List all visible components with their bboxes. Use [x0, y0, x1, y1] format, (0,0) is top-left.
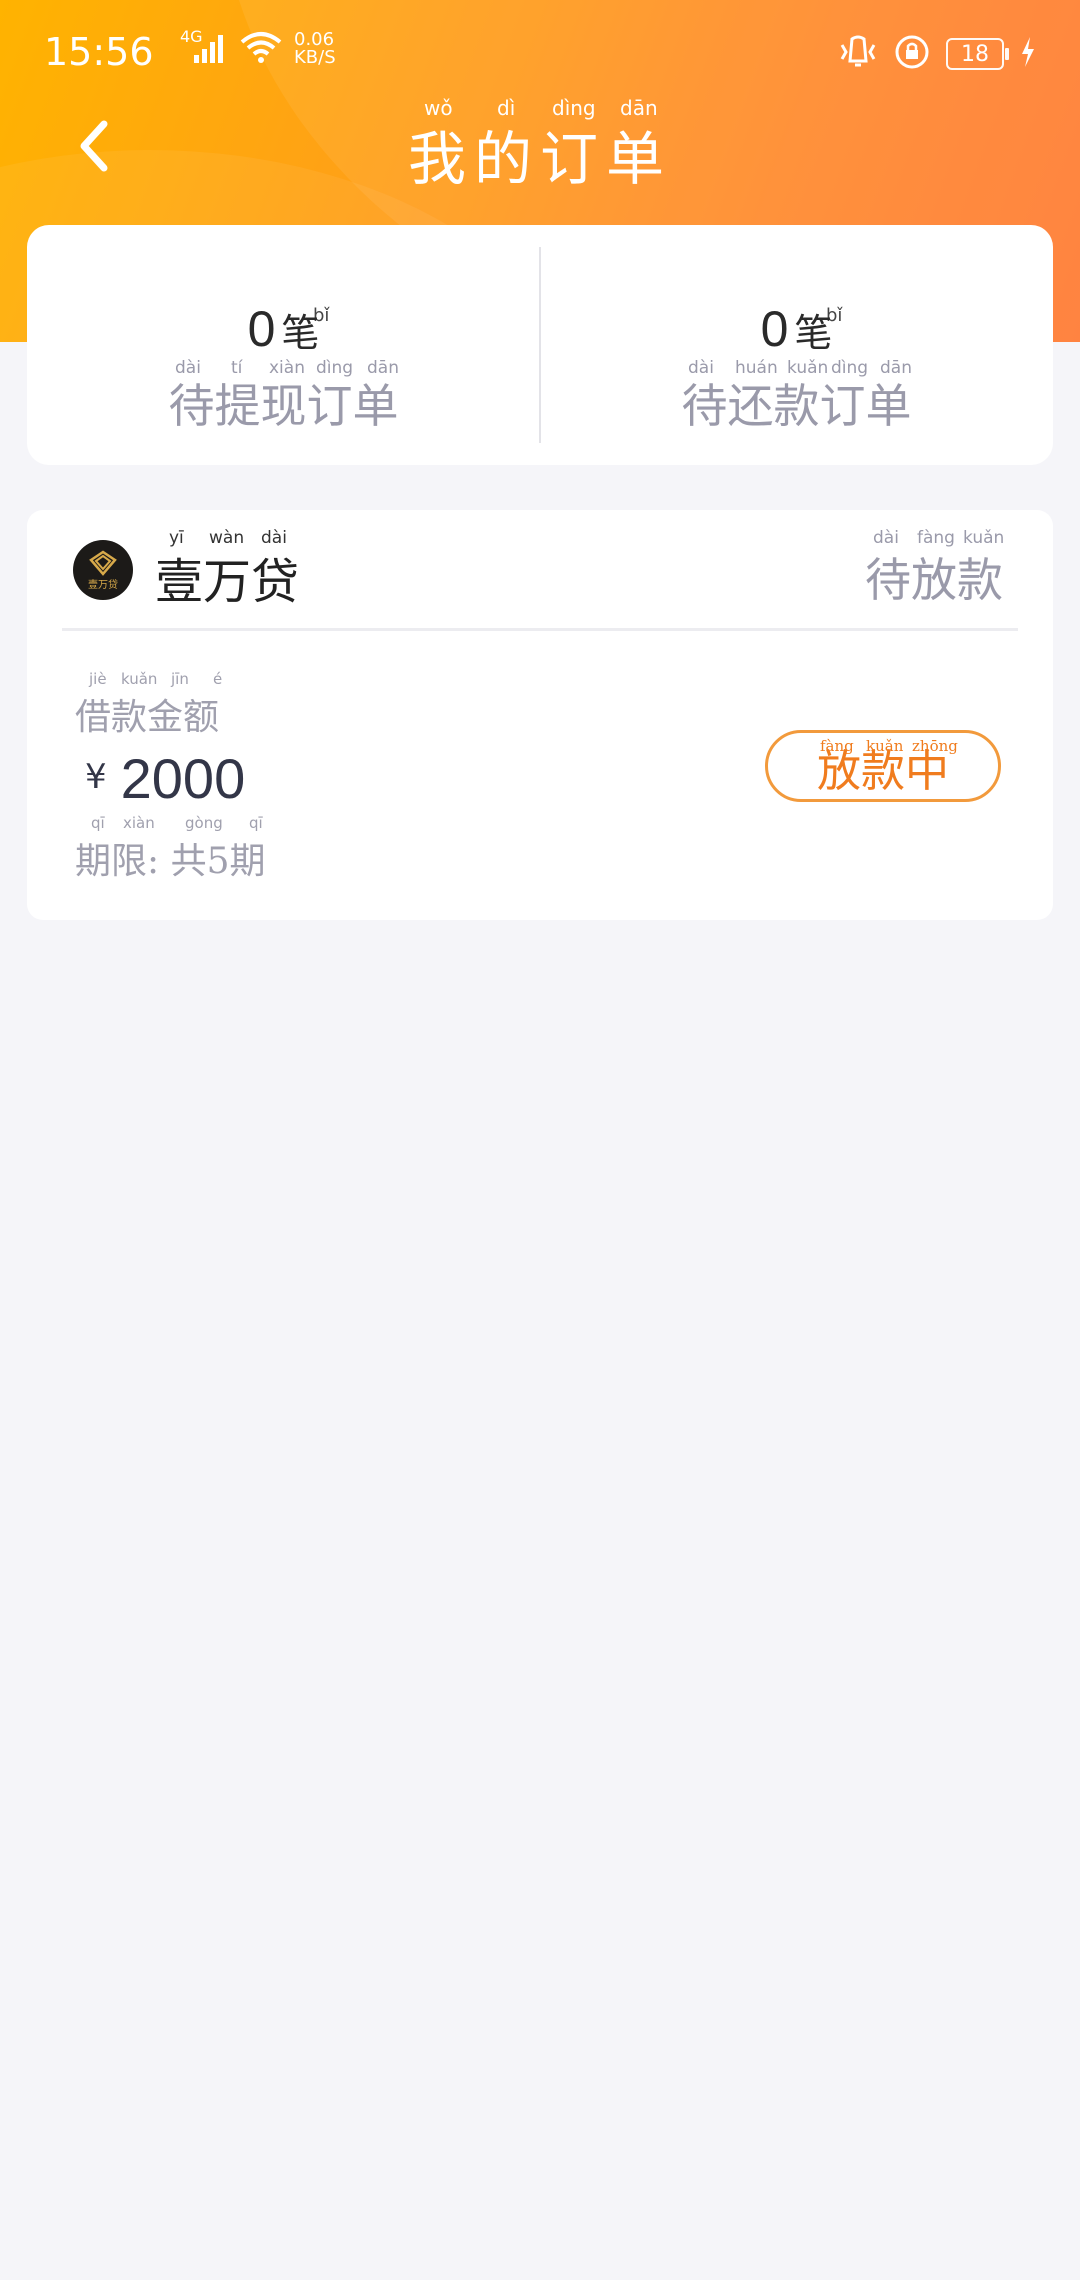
- system-indicators: 18: [838, 34, 1036, 74]
- vibrate-icon: [838, 35, 878, 73]
- pinyin: xiàn: [123, 814, 155, 832]
- pending-repayment-label: 待还款订单: [681, 379, 912, 433]
- pending-repayment-count: 0: [760, 301, 789, 357]
- charging-icon: [1020, 37, 1036, 71]
- count-line: 0笔: [540, 300, 1053, 358]
- loan-term: 期限: 共5期: [75, 841, 266, 882]
- count-line: 0笔: [27, 300, 540, 358]
- currency-symbol: ¥: [85, 757, 107, 797]
- order-summary-card: bǐ 0笔 dài tí xiàn dìng dān 待提现订单 bǐ 0笔 d…: [27, 225, 1053, 465]
- disbursing-status-label: 放款中: [817, 746, 949, 797]
- pinyin: kuǎn: [121, 670, 158, 688]
- navigation-bar: wǒ dì dìng dān 我的订单: [0, 90, 1080, 200]
- pinyin: jīn: [171, 670, 189, 688]
- pinyin: jiè: [89, 670, 107, 688]
- network-indicators: 4G 0.06 KB/S: [180, 27, 336, 68]
- pending-withdrawal-count: 0: [247, 301, 276, 357]
- pinyin: é: [213, 670, 223, 688]
- logo-text: 壹万贷: [88, 578, 118, 591]
- status-time: 15:56: [44, 30, 154, 74]
- order-card[interactable]: 壹万贷 yī wàn dài 壹万贷 dài fàng kuǎn 待放款 jiè…: [27, 510, 1053, 920]
- disbursing-status-button[interactable]: fàng kuǎn zhōng 放款中: [765, 730, 1001, 802]
- loan-amount-label: 借款金额: [75, 697, 220, 738]
- pending-withdrawal-summary[interactable]: bǐ 0笔 dài tí xiàn dìng dān 待提现订单: [27, 225, 540, 465]
- speed-unit: KB/S: [294, 47, 336, 68]
- count-unit: 笔: [281, 311, 320, 355]
- page-title: 我的订单: [407, 125, 672, 193]
- amount-value: 2000: [120, 747, 246, 810]
- pending-repayment-summary[interactable]: bǐ 0笔 dài huán kuǎn dìng dān 待还款订单: [540, 225, 1053, 465]
- card-divider: [62, 628, 1018, 631]
- pinyin: gòng: [185, 814, 223, 832]
- cellular-signal-icon: 4G: [180, 27, 228, 67]
- lock-rotation-icon: [894, 34, 930, 74]
- loan-amount: ¥2000: [85, 746, 245, 811]
- network-speed: 0.06 KB/S: [294, 31, 336, 67]
- count-unit: 笔: [794, 311, 833, 355]
- pending-withdrawal-label: 待提现订单: [168, 379, 399, 433]
- pinyin: qī: [249, 814, 263, 832]
- wifi-icon: [240, 30, 282, 68]
- pinyin: qī: [91, 814, 105, 832]
- battery-indicator: 18: [946, 38, 1009, 70]
- order-status: 待放款: [865, 553, 1003, 607]
